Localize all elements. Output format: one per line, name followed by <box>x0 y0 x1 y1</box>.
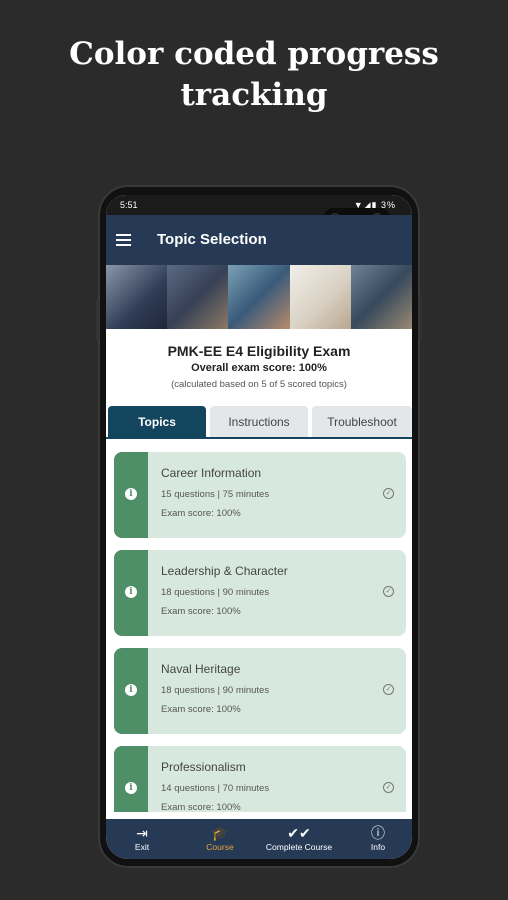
topic-name: Leadership & Character <box>161 564 288 578</box>
app-bar-title: Topic Selection <box>157 231 267 248</box>
info-icon[interactable]: i <box>125 684 137 696</box>
hamburger-icon[interactable] <box>116 234 131 246</box>
nav-label: Info <box>370 842 386 852</box>
topic-meta: 18 questions | 90 minutes <box>161 685 270 696</box>
nav-info[interactable]: ⓘ Info <box>352 819 404 859</box>
tab-topics[interactable]: Topics <box>108 406 206 438</box>
banner-photo-1 <box>106 265 168 329</box>
topic-score: Exam score: 100% <box>161 704 241 715</box>
topic-meta: 14 questions | 70 minutes <box>161 783 270 794</box>
check-circle-icon: ✓ <box>383 586 394 597</box>
check-circle-icon: ✓ <box>383 782 394 793</box>
banner-photo-4 <box>289 265 351 329</box>
phone-screen: 5:51 ▼◢▮ 3% Topic Selection PMK-EE E4 El… <box>106 195 412 859</box>
headline: Color coded progress tracking <box>0 34 508 116</box>
phone-power-button <box>419 295 422 340</box>
bottom-navigation: ⇥ Exit 🎓 Course ✔✔ Complete Course ⓘ Inf… <box>106 819 412 859</box>
info-icon[interactable]: i <box>125 586 137 598</box>
topic-card[interactable]: i Leadership & Character 18 questions | … <box>114 550 406 636</box>
headline-line-1: Color coded progress <box>69 36 439 72</box>
topic-meta: 18 questions | 90 minutes <box>161 587 270 598</box>
topic-name: Professionalism <box>161 760 246 774</box>
topic-meta: 15 questions | 75 minutes <box>161 489 270 500</box>
nav-label: Course <box>206 842 234 852</box>
exam-title: PMK-EE E4 Eligibility Exam <box>167 343 351 359</box>
topic-card[interactable]: i Career Information 15 questions | 75 m… <box>114 452 406 538</box>
info-icon[interactable]: i <box>125 488 137 500</box>
topic-score: Exam score: 100% <box>161 508 241 519</box>
score-note: (calculated based on 5 of 5 scored topic… <box>171 379 347 390</box>
topic-name: Career Information <box>161 466 262 480</box>
topic-list: i Career Information 15 questions | 75 m… <box>114 452 406 812</box>
banner-photo-5 <box>350 265 412 329</box>
banner-photo-2 <box>167 265 229 329</box>
info-icon[interactable]: i <box>125 782 137 794</box>
nav-exit[interactable]: ⇥ Exit <box>116 819 168 859</box>
nav-complete-course[interactable]: ✔✔ Complete Course <box>256 819 342 859</box>
tab-troubleshoot[interactable]: Troubleshoot <box>312 406 412 438</box>
graduation-cap-icon: 🎓 <box>211 825 229 841</box>
photo-banner <box>106 265 412 329</box>
nav-course[interactable]: 🎓 Course <box>194 819 246 859</box>
headline-line-2: tracking <box>180 77 328 113</box>
check-circle-icon: ✓ <box>383 488 394 499</box>
phone-volume-button <box>96 300 99 340</box>
app-bar: Topic Selection <box>106 215 412 265</box>
info-icon: ⓘ <box>371 825 385 841</box>
topic-card[interactable]: i Professionalism 14 questions | 70 minu… <box>114 746 406 812</box>
banner-photo-3 <box>228 265 290 329</box>
tab-instructions[interactable]: Instructions <box>210 406 308 438</box>
exit-icon: ⇥ <box>136 825 148 841</box>
tab-bar: Topics Instructions Troubleshoot <box>108 406 412 439</box>
topic-name: Naval Heritage <box>161 662 241 676</box>
topic-score: Exam score: 100% <box>161 802 241 812</box>
progress-strip <box>114 746 148 812</box>
tab-underline <box>106 437 412 439</box>
topic-card[interactable]: i Naval Heritage 18 questions | 90 minut… <box>114 648 406 734</box>
double-check-icon: ✔✔ <box>287 825 311 841</box>
check-circle-icon: ✓ <box>383 684 394 695</box>
nav-label: Complete Course <box>265 842 333 852</box>
nav-label: Exit <box>134 842 150 852</box>
topic-score: Exam score: 100% <box>161 606 241 617</box>
overall-score: Overall exam score: 100% <box>191 362 327 374</box>
status-time: 5:51 <box>120 200 138 210</box>
